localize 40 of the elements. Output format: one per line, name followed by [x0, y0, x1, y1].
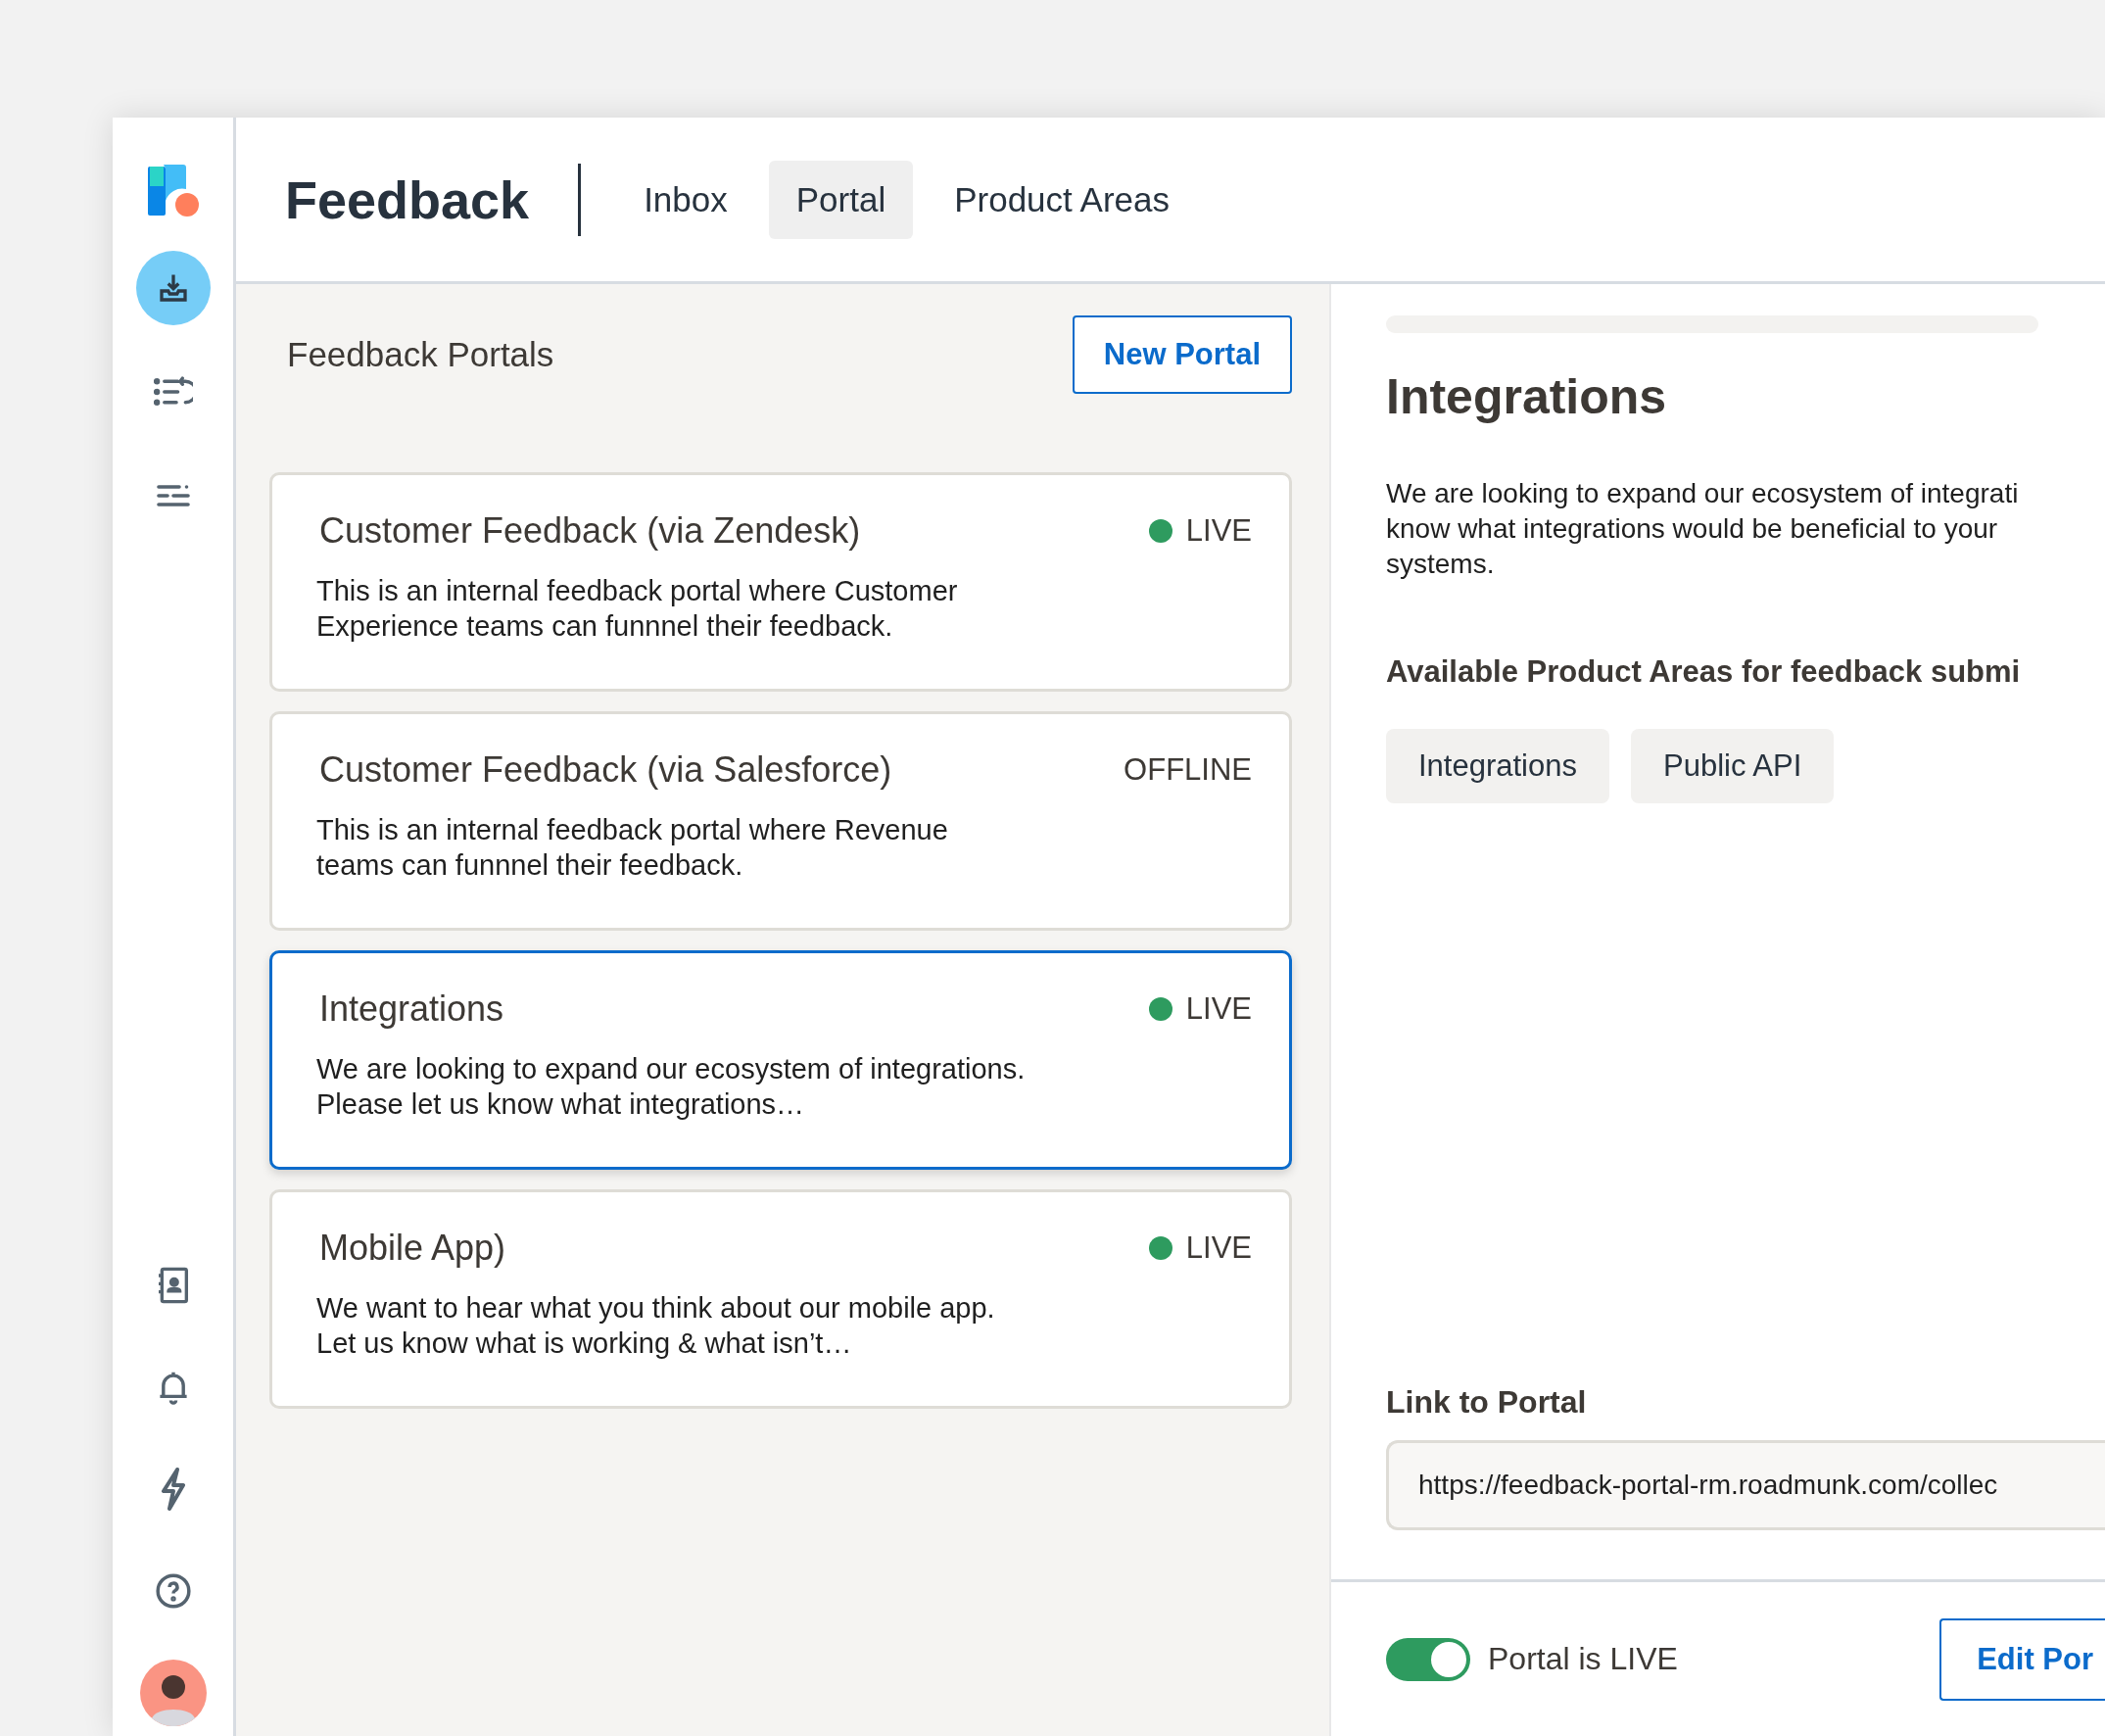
portal-card[interactable]: Mobile App) LIVE We want to hear what you think about our mobile app. Let us know what is working & what isn’t…: [269, 1189, 1292, 1409]
link-label: Link to Portal: [1386, 1384, 1588, 1421]
nav-tab[interactable]: Portal: [768, 160, 914, 239]
sliders-icon: [155, 482, 191, 509]
edit-portal-button[interactable]: Edit Por: [1939, 1617, 2105, 1701]
portal-heading: Integrations: [1386, 368, 1668, 425]
portal-description: This is an internal feedback portal where Revenue teams can funnnel their feedback.: [316, 813, 949, 883]
page-title: Feedback: [285, 163, 582, 236]
logo-icon[interactable]: [147, 165, 199, 217]
portal-title: Customer Feedback (via Zendesk): [319, 510, 861, 552]
portal-title: Integrations: [319, 989, 504, 1030]
portal-title: Mobile App): [319, 1228, 506, 1269]
live-toggle[interactable]: [1386, 1637, 1470, 1681]
lightning-bolt-icon: [159, 1468, 187, 1511]
portal-title: Customer Feedback (via Salesforce): [319, 749, 892, 791]
portal-description: We want to hear what you think about our mobile app. Let us know what is working & what isn’t…: [316, 1291, 996, 1361]
link-field[interactable]: https://feedback-portal-rm.roadmunk.com/collec: [1386, 1440, 2105, 1530]
user-avatar[interactable]: [139, 1660, 207, 1726]
status-label: LIVE: [1185, 513, 1252, 549]
description-line: systems.: [1386, 548, 1496, 581]
product-area-tag[interactable]: Integrations: [1386, 729, 1609, 803]
description-line: We are looking to expand our ecosystem of integrati: [1386, 477, 2020, 510]
portal-card[interactable]: Integrations LIVE We are looking to expand our ecosystem of integrations. Please let us know what integrations…: [269, 950, 1292, 1170]
nav-tab[interactable]: Product Areas: [927, 160, 1198, 239]
nav-tab[interactable]: Inbox: [616, 160, 755, 239]
portal-description: This is an internal feedback portal where Customer Experience teams can funnnel their feedback.: [316, 574, 959, 644]
status-label: LIVE: [1185, 1230, 1252, 1266]
new-portal-button[interactable]: New Portal: [1072, 315, 1292, 394]
areas-heading: Available Product Areas for feedback submi: [1386, 654, 2022, 690]
description-line: know what integrations would be beneficial to your: [1386, 512, 1999, 546]
status-label: OFFLINE: [1124, 752, 1252, 788]
portal-description: We are looking to expand our ecosystem of integrations. Please let us know what integrations…: [316, 1052, 1027, 1122]
status-label: LIVE: [1185, 991, 1252, 1027]
portal-card[interactable]: Customer Feedback (via Salesforce) OFFLINE This is an internal feedback portal where Revenue teams can funnnel their feedback.: [269, 711, 1292, 931]
list-undo-icon: [153, 376, 193, 408]
section-title: Feedback Portals: [287, 335, 554, 374]
portal-card[interactable]: Customer Feedback (via Zendesk) LIVE This is an internal feedback portal where Customer Experience teams can funnnel their feedback.: [269, 472, 1292, 692]
toggle-label: Portal is LIVE: [1488, 1641, 1678, 1677]
help-icon: [154, 1572, 192, 1610]
product-area-tag[interactable]: Public API: [1631, 729, 1835, 803]
